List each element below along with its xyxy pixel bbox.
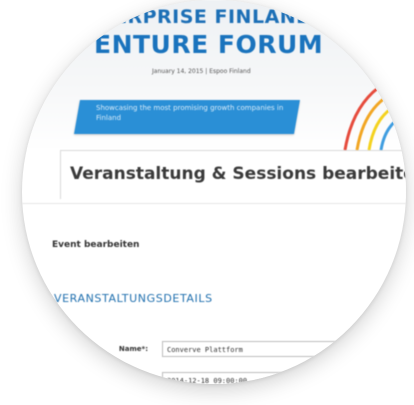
- event-details-heading: VERANSTALTUNGSDETAILS: [54, 292, 213, 305]
- name-field-label: Name*:: [118, 345, 148, 353]
- banner-tagline-text: Showcasing the most promising growth com…: [96, 104, 284, 122]
- rainbow-arcs-logo: [343, 76, 406, 150]
- arc-orange: [355, 88, 400, 150]
- name-input[interactable]: Converve Plattform: [162, 341, 392, 357]
- banner-title-line-1: ERPRISE FINLAND: [114, 6, 313, 28]
- event-edit-heading: Event bearbeiten: [52, 240, 140, 250]
- section-divider: [22, 203, 406, 204]
- banner-date-location: January 14, 2015 | Espoo Finland: [152, 68, 251, 75]
- page-title: Veranstaltung & Sessions bearbeiten: [70, 164, 406, 184]
- banner-title-line-2: ENTURE FORUM: [94, 30, 324, 59]
- date-input[interactable]: 2014-12-18 09:00:00: [162, 372, 392, 384]
- page-content: ERPRISE FINLAND ENTURE FORUM January 14,…: [22, 0, 406, 384]
- magnifier-circle: ERPRISE FINLAND ENTURE FORUM January 14,…: [22, 0, 406, 384]
- arc-blue: [379, 112, 406, 150]
- date-field-label: *:: [141, 377, 148, 384]
- screenshot-stage: ERPRISE FINLAND ENTURE FORUM January 14,…: [0, 0, 414, 405]
